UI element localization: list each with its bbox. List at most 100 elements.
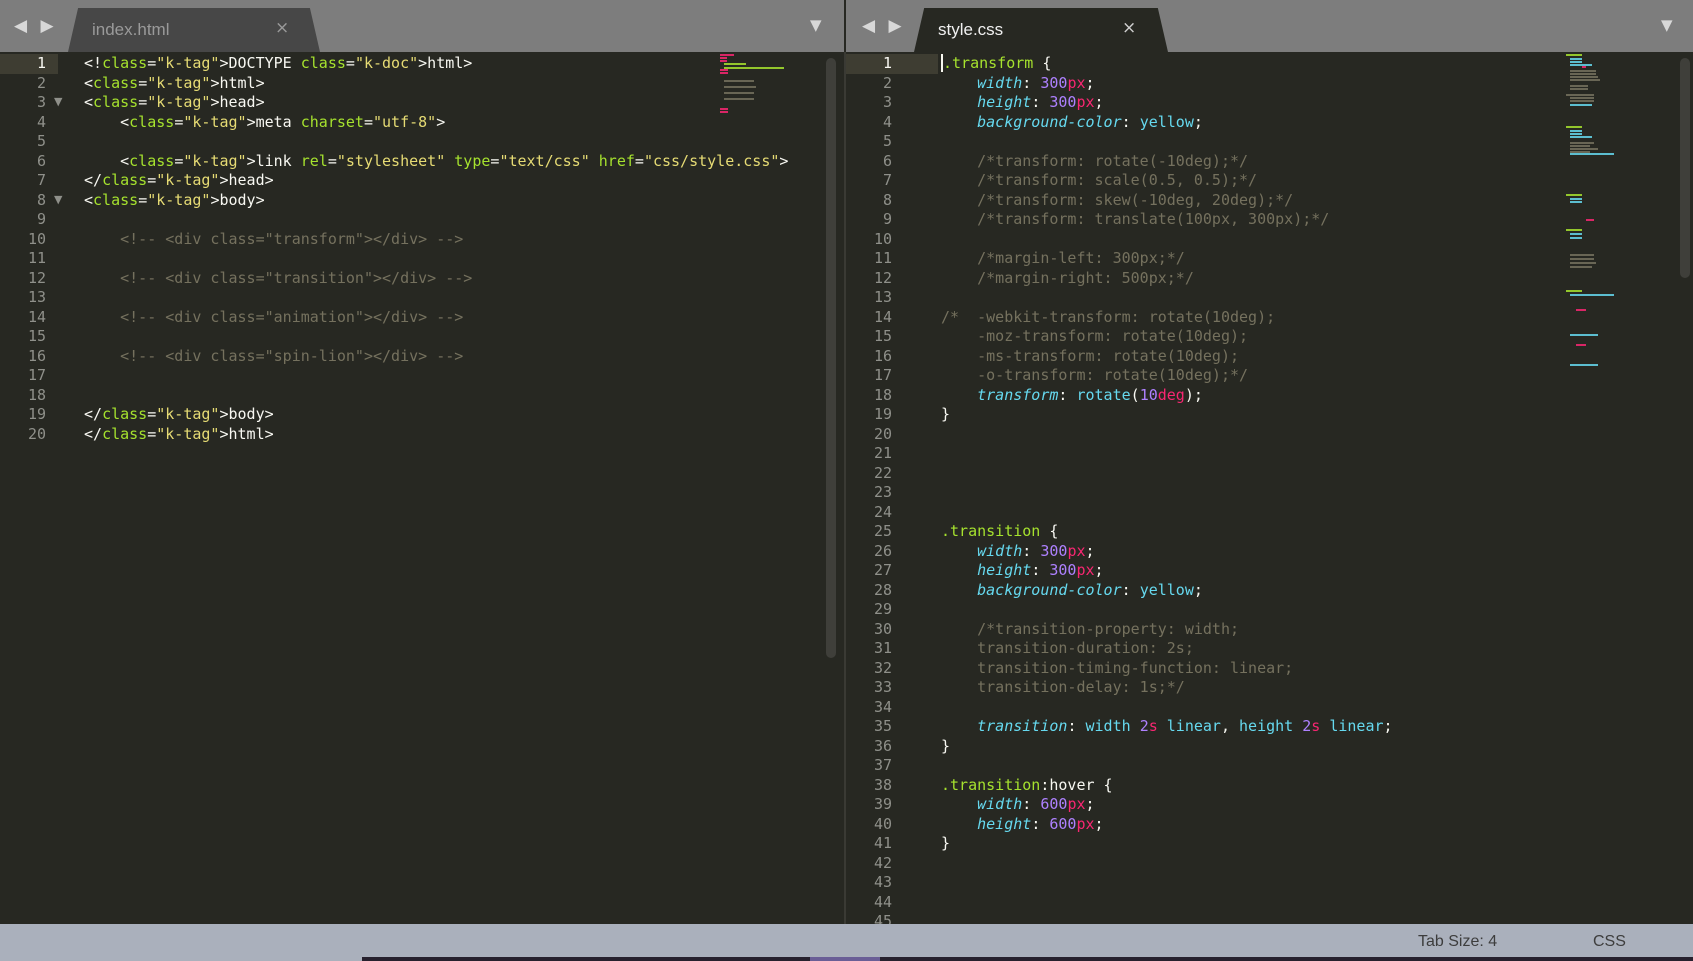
line-number: 9 [36,210,46,228]
line-number: 19 [27,405,46,423]
code-line[interactable]: <class="k-tag">body> [84,191,788,211]
close-icon[interactable]: × [275,18,289,38]
code-line[interactable]: height: 600px; [941,815,1393,835]
fold-arrow-icon[interactable]: ▼ [54,95,62,108]
code-line[interactable] [941,483,1393,503]
syntax-indicator[interactable]: CSS [1593,933,1626,951]
code-line[interactable]: transition: width 2s linear, height 2s l… [941,717,1392,737]
code-line[interactable]: -moz-transform: rotate(10deg); [941,327,1393,347]
taskbar-strip [362,957,1693,961]
code-line[interactable]: background-color: yellow; [941,581,1393,601]
code-line[interactable] [941,230,1393,250]
code-line[interactable]: } [941,834,1393,854]
code-line[interactable]: width: 600px; [941,795,1393,815]
code-line[interactable]: background-color: yellow; [941,113,1393,133]
tab-dropdown-icon[interactable]: ▼ [1661,16,1673,34]
code-line[interactable]: <!-- <div class="transform"></div> --> [84,230,788,250]
line-number: 1 [0,54,58,74]
code-area[interactable]: <!class="k-tag">DOCTYPE class="k-doc">ht… [84,54,788,444]
code-line[interactable] [941,698,1393,718]
code-line[interactable] [941,912,1393,924]
line-number: 12 [27,268,46,287]
minimap[interactable] [720,54,810,174]
tab-size-indicator[interactable]: Tab Size: 4 [1418,933,1497,951]
fold-arrow-icon[interactable]: ▼ [54,193,62,206]
code-line[interactable]: transition-timing-function: linear; [941,659,1393,679]
line-number: 8 [36,190,46,209]
line-number: 1 [846,54,904,74]
scrollbar[interactable] [1680,58,1690,278]
code-line[interactable]: /*margin-left: 300px;*/ [941,249,1393,269]
code-line[interactable]: -ms-transform: rotate(10deg); [941,347,1393,367]
code-line[interactable] [84,327,788,347]
tab-index-html[interactable]: index.html × [68,8,320,52]
code-line[interactable] [84,288,788,308]
code-line[interactable]: <!-- <div class="animation"></div> --> [84,308,788,328]
line-number: 3 [36,93,46,111]
editor-pane-index-html[interactable]: 1 2 3 4 5 6 7 8 9 10 11 12 13 14 15 16 1… [0,52,844,924]
line-number: 15 [27,327,46,345]
code-line[interactable]: <!class="k-tag">DOCTYPE class="k-doc">ht… [84,54,788,74]
code-line[interactable] [941,893,1393,913]
code-line[interactable]: .transform { [941,54,1393,74]
tab-dropdown-icon[interactable]: ▼ [810,16,822,34]
code-line[interactable]: -o-transform: rotate(10deg);*/ [941,366,1393,386]
code-line[interactable] [941,288,1393,308]
code-line[interactable] [941,600,1393,620]
editor-pane-style-css[interactable]: 1 2 3 4 5 6 7 8 9 10 11 12 13 14 15 16 17 18 19 20 21 22 23 24 2… [846,52,1693,924]
code-line[interactable]: <!-- <div class="spin-lion"></div> --> [84,347,788,367]
code-line[interactable]: <!-- <div class="transition"></div> --> [84,269,788,289]
code-line[interactable] [941,132,1393,152]
code-line[interactable]: .transition:hover { [941,776,1393,796]
minimap[interactable] [1566,54,1656,404]
code-line[interactable]: <class="k-tag">head> [84,93,788,113]
code-line[interactable] [941,503,1393,523]
code-line[interactable]: } [941,405,1393,425]
code-line[interactable]: transition-duration: 2s; [941,639,1393,659]
code-line[interactable] [941,464,1393,484]
code-line[interactable] [84,386,788,406]
code-line[interactable]: /*transform: rotate(-10deg);*/ [941,152,1393,172]
line-number: 5 [882,132,892,150]
code-line[interactable]: height: 300px; [941,561,1393,581]
line-number: 20 [873,424,892,443]
tab-nav-arrows-icon[interactable]: ◀ ▶ [862,16,906,36]
code-line[interactable]: width: 300px; [941,542,1393,562]
code-line[interactable]: /*transform: skew(-10deg, 20deg);*/ [941,191,1393,211]
code-line[interactable]: <class="k-tag">meta charset="utf-8"> [84,113,788,133]
code-line[interactable]: } [941,737,1393,757]
code-line[interactable]: transition-delay: 1s;*/ [941,678,1393,698]
code-line[interactable]: <class="k-tag">html> [84,74,788,94]
code-line[interactable]: /* -webkit-transform: rotate(10deg); [941,308,1393,328]
code-line[interactable]: /*margin-right: 500px;*/ [941,269,1393,289]
code-line[interactable]: height: 300px; [941,93,1393,113]
tab-style-css[interactable]: style.css × [914,8,1168,52]
code-line[interactable] [941,873,1393,893]
tab-nav-arrows-icon[interactable]: ◀ ▶ [14,16,58,36]
code-line[interactable]: </class="k-tag">head> [84,171,788,191]
code-line[interactable]: transform: rotate(10deg); [941,386,1393,406]
code-line[interactable] [84,366,788,386]
code-line[interactable]: .transition { [941,522,1393,542]
line-number: 9 [882,210,892,228]
code-line[interactable]: </class="k-tag">html> [84,425,788,445]
code-line[interactable]: /*transform: scale(0.5, 0.5);*/ [941,171,1393,191]
close-icon[interactable]: × [1122,18,1136,38]
code-line[interactable] [84,249,788,269]
code-line[interactable] [941,444,1393,464]
code-line[interactable]: <class="k-tag">link rel="stylesheet" typ… [84,152,788,172]
code-line[interactable]: </class="k-tag">body> [84,405,788,425]
code-line[interactable] [941,756,1393,776]
taskbar-active-strip [810,957,880,961]
code-line[interactable]: width: 300px; [941,74,1393,94]
code-line[interactable] [84,132,788,152]
scrollbar[interactable] [826,58,836,658]
code-line[interactable]: /*transform: translate(100px, 300px);*/ [941,210,1393,230]
tab-label: index.html [92,20,170,39]
code-line[interactable] [84,210,788,230]
code-area[interactable]: .transform { width: 300px; height: 300px… [941,54,1393,924]
line-number: 40 [873,814,892,833]
code-line[interactable] [941,425,1393,445]
code-line[interactable] [941,854,1393,874]
code-line[interactable]: /*transition-property: width; [941,620,1393,640]
